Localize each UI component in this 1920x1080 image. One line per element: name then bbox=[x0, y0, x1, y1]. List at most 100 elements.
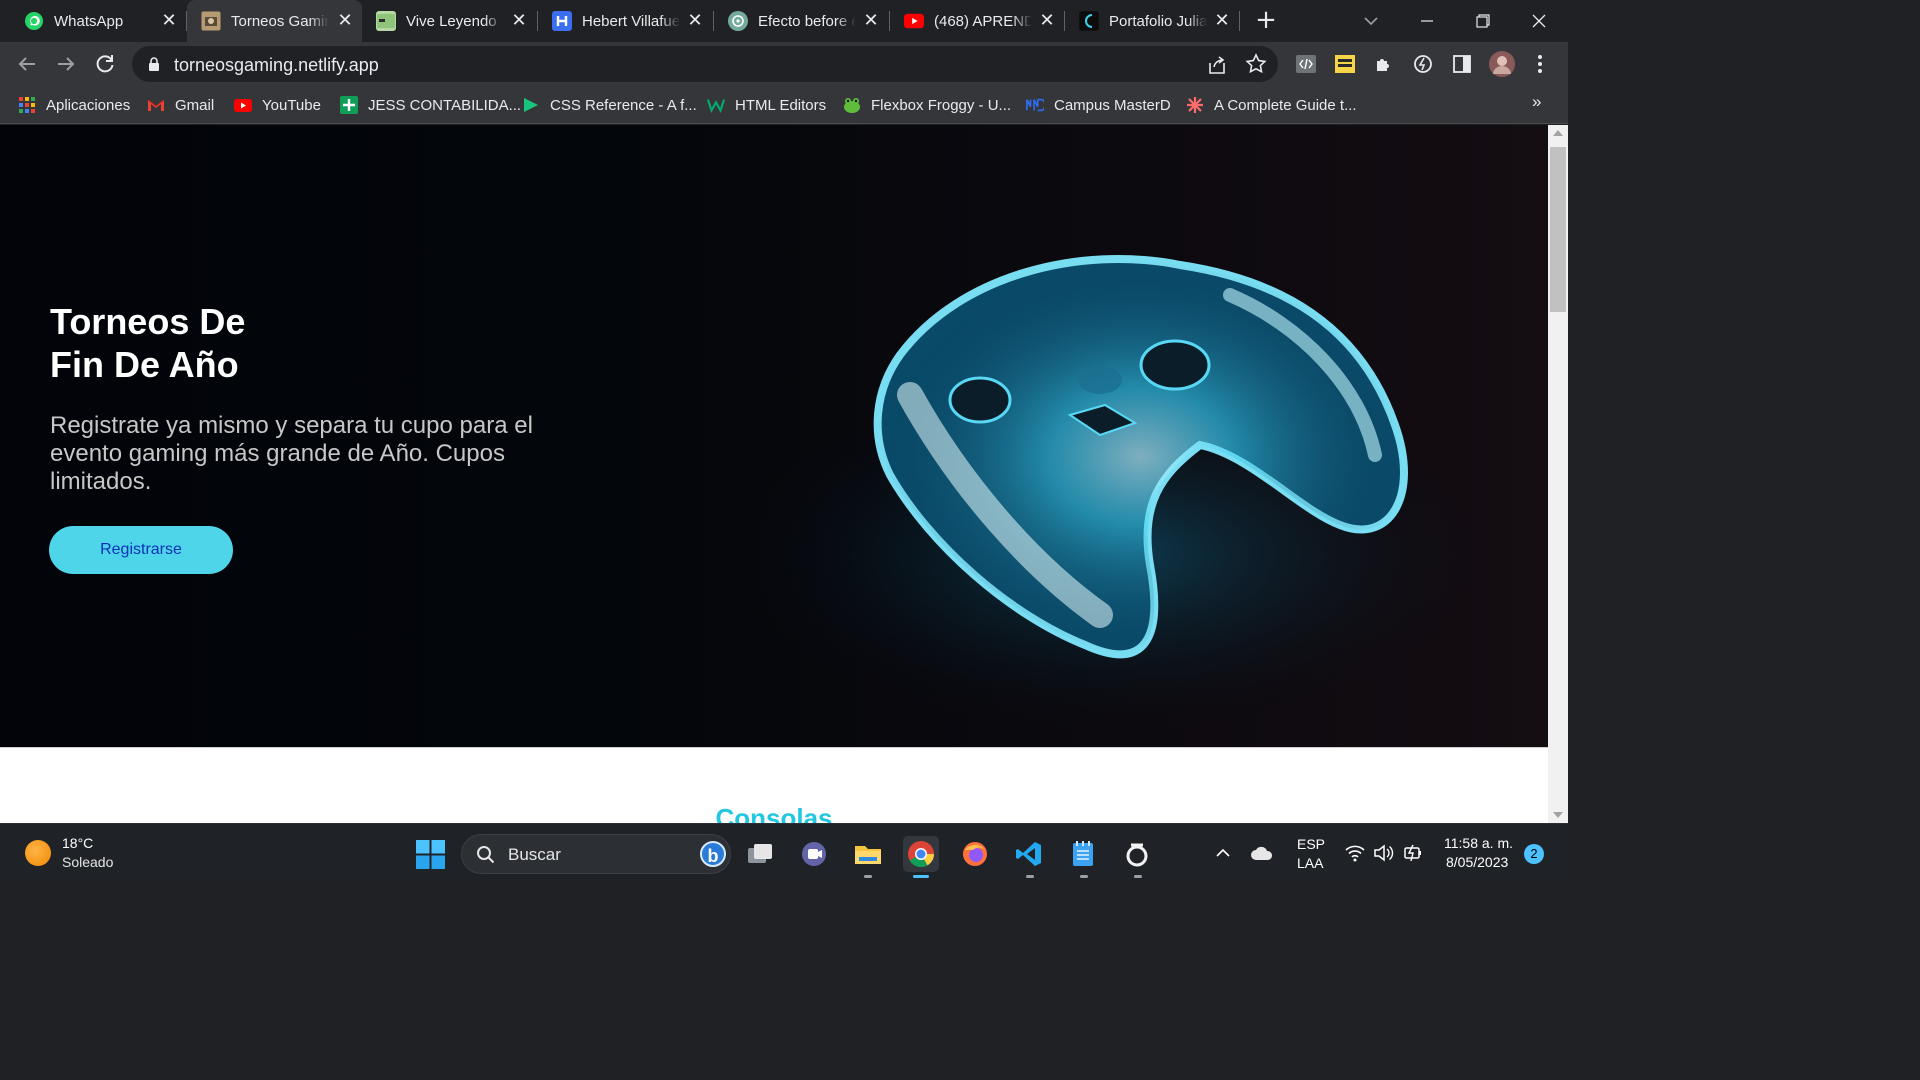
extensions-puzzle-icon[interactable] bbox=[1372, 52, 1396, 76]
windows-taskbar: 18°C Soleado Buscar b ESP LAA 11:58 a. m… bbox=[0, 823, 1568, 882]
tab-title: WhatsApp bbox=[54, 12, 124, 30]
gmail-icon bbox=[147, 96, 165, 114]
close-tab-icon[interactable]: ✕ bbox=[160, 12, 178, 30]
bookmark-gmail[interactable]: Gmail bbox=[147, 93, 214, 117]
close-tab-icon[interactable]: ✕ bbox=[862, 12, 880, 30]
url-text[interactable]: torneosgaming.netlify.app bbox=[174, 55, 379, 76]
forward-arrow-icon[interactable] bbox=[53, 51, 79, 77]
hero-title: Torneos De Fin De Año bbox=[50, 300, 450, 386]
clock-time[interactable]: 11:58 a. m. bbox=[1444, 835, 1513, 851]
reload-icon[interactable] bbox=[92, 51, 118, 77]
app-running-indicator bbox=[864, 875, 872, 878]
chrome-taskbar-icon[interactable] bbox=[903, 836, 939, 872]
bookmark-label: Aplicaciones bbox=[46, 96, 131, 114]
close-tab-icon[interactable]: ✕ bbox=[336, 12, 354, 30]
side-panel-icon[interactable] bbox=[1450, 52, 1474, 76]
hero-description: Registrate ya mismo y separa tu cupo par… bbox=[50, 412, 533, 495]
firefox-icon[interactable] bbox=[957, 836, 993, 872]
notepad-icon[interactable] bbox=[1065, 836, 1101, 872]
windows-start-icon[interactable] bbox=[416, 840, 445, 869]
close-tab-icon[interactable]: ✕ bbox=[1213, 12, 1231, 30]
bookmark-flexbox-froggy[interactable]: Flexbox Froggy - U... bbox=[843, 93, 1011, 117]
tab-vive-leyendo[interactable]: Vive Leyendo ✕ bbox=[362, 0, 536, 42]
tab-portafolio-julian[interactable]: Portafolio Julian ✕ bbox=[1065, 0, 1239, 42]
restore-icon[interactable] bbox=[1470, 8, 1496, 34]
profile-avatar[interactable] bbox=[1488, 50, 1516, 78]
weather-temperature[interactable]: 18°C bbox=[62, 835, 93, 851]
wifi-icon[interactable] bbox=[1344, 842, 1366, 864]
weather-description[interactable]: Soleado bbox=[62, 854, 113, 870]
tab-separator bbox=[1239, 11, 1240, 31]
tab-whatsapp[interactable]: WhatsApp ✕ bbox=[10, 0, 186, 42]
file-explorer-icon[interactable] bbox=[850, 836, 886, 872]
close-window-icon[interactable] bbox=[1526, 8, 1552, 34]
bookmark-youtube[interactable]: YouTube bbox=[234, 93, 321, 117]
bookmark-label: CSS Reference - A f... bbox=[550, 96, 697, 114]
bookmark-html-editors[interactable]: HTML Editors bbox=[707, 93, 826, 117]
scrollbar-thumb[interactable] bbox=[1550, 147, 1566, 312]
youtube-icon bbox=[234, 96, 252, 114]
tray-chevron-up-icon[interactable] bbox=[1214, 844, 1232, 862]
task-view-icon[interactable] bbox=[742, 836, 778, 872]
tab-title: (468) APRENDE bbox=[934, 12, 1032, 30]
close-tab-icon[interactable]: ✕ bbox=[686, 12, 704, 30]
hebert-favicon bbox=[552, 11, 572, 31]
taskbar-search-box[interactable]: Buscar b bbox=[461, 834, 731, 874]
address-bar[interactable]: torneosgaming.netlify.app bbox=[132, 46, 1278, 82]
hero-section: Torneos De Fin De Año Registrate ya mism… bbox=[0, 125, 1548, 747]
apps-grid-icon bbox=[18, 96, 36, 114]
sun-weather-icon[interactable] bbox=[25, 840, 51, 866]
devtools-extension-icon[interactable] bbox=[1294, 52, 1318, 76]
vive-leyendo-favicon bbox=[376, 11, 396, 31]
tab-torneos-gaming[interactable]: Torneos Gaming ✕ bbox=[187, 0, 362, 42]
tab-hebert-villafuerte[interactable]: Hebert Villafuerte ✕ bbox=[538, 0, 712, 42]
vscode-icon[interactable] bbox=[1011, 836, 1047, 872]
app-running-indicator bbox=[1134, 875, 1142, 878]
consoles-section-title: Consolas bbox=[715, 803, 833, 823]
teams-chat-icon[interactable] bbox=[796, 836, 832, 872]
language-indicator[interactable]: ESP bbox=[1297, 836, 1325, 852]
scroll-up-arrow-icon[interactable] bbox=[1553, 130, 1563, 136]
bookmark-complete-guide[interactable]: A Complete Guide t... bbox=[1186, 93, 1357, 117]
notification-count-badge[interactable]: 2 bbox=[1524, 844, 1544, 864]
performance-extension-icon[interactable] bbox=[1411, 52, 1435, 76]
torneos-favicon bbox=[201, 11, 221, 31]
share-icon[interactable] bbox=[1206, 54, 1228, 76]
scroll-down-arrow-icon[interactable] bbox=[1553, 812, 1563, 818]
clock-date[interactable]: 8/05/2023 bbox=[1446, 854, 1508, 870]
lock-icon[interactable] bbox=[148, 56, 160, 72]
onedrive-cloud-icon[interactable] bbox=[1250, 844, 1274, 862]
bookmark-css-reference[interactable]: CSS Reference - A f... bbox=[522, 93, 697, 117]
section-divider bbox=[0, 747, 1548, 748]
bookmark-label: HTML Editors bbox=[735, 96, 827, 114]
bookmark-star-icon[interactable] bbox=[1244, 52, 1268, 76]
bookmarks-overflow-chevron[interactable]: » bbox=[1532, 92, 1541, 112]
search-placeholder[interactable]: Buscar bbox=[508, 845, 561, 865]
tab-title: Vive Leyendo bbox=[406, 12, 497, 30]
back-arrow-icon[interactable] bbox=[14, 51, 40, 77]
bookmark-jess-contabilidad[interactable]: JESS CONTABILIDA... bbox=[340, 93, 521, 117]
whatsapp-icon bbox=[24, 11, 44, 31]
bookmark-aplicaciones[interactable]: Aplicaciones bbox=[18, 93, 130, 117]
tab-search-chevron-icon[interactable] bbox=[1360, 10, 1382, 32]
hero-title-line-2: Fin De Año bbox=[50, 344, 239, 385]
bing-icon[interactable]: b bbox=[700, 841, 726, 867]
chrome-menu-icon[interactable] bbox=[1530, 52, 1550, 76]
app-running-indicator bbox=[1026, 875, 1034, 878]
volume-icon[interactable] bbox=[1372, 842, 1394, 864]
tab-efecto-before[interactable]: Efecto before e ✕ bbox=[714, 0, 888, 42]
keyboard-layout-indicator[interactable]: LAA bbox=[1297, 855, 1323, 871]
new-tab-button[interactable]: + bbox=[1252, 7, 1280, 35]
battery-charging-icon[interactable] bbox=[1402, 842, 1424, 864]
close-tab-icon[interactable]: ✕ bbox=[510, 12, 528, 30]
minimize-icon[interactable] bbox=[1414, 8, 1440, 34]
w3c-validator-extension-icon[interactable] bbox=[1333, 52, 1357, 76]
tab-title: Hebert Villafuerte bbox=[582, 12, 680, 30]
page-scrollbar[interactable] bbox=[1548, 125, 1568, 823]
web-page: Torneos De Fin De Año Registrate ya mism… bbox=[0, 125, 1548, 823]
obs-studio-icon[interactable] bbox=[1119, 836, 1155, 872]
bookmark-campus-masterd[interactable]: Campus MasterD bbox=[1026, 93, 1171, 117]
register-button[interactable]: Registrarse bbox=[49, 526, 233, 574]
tab-aprende[interactable]: (468) APRENDE ✕ bbox=[890, 0, 1064, 42]
close-tab-icon[interactable]: ✕ bbox=[1038, 12, 1056, 30]
